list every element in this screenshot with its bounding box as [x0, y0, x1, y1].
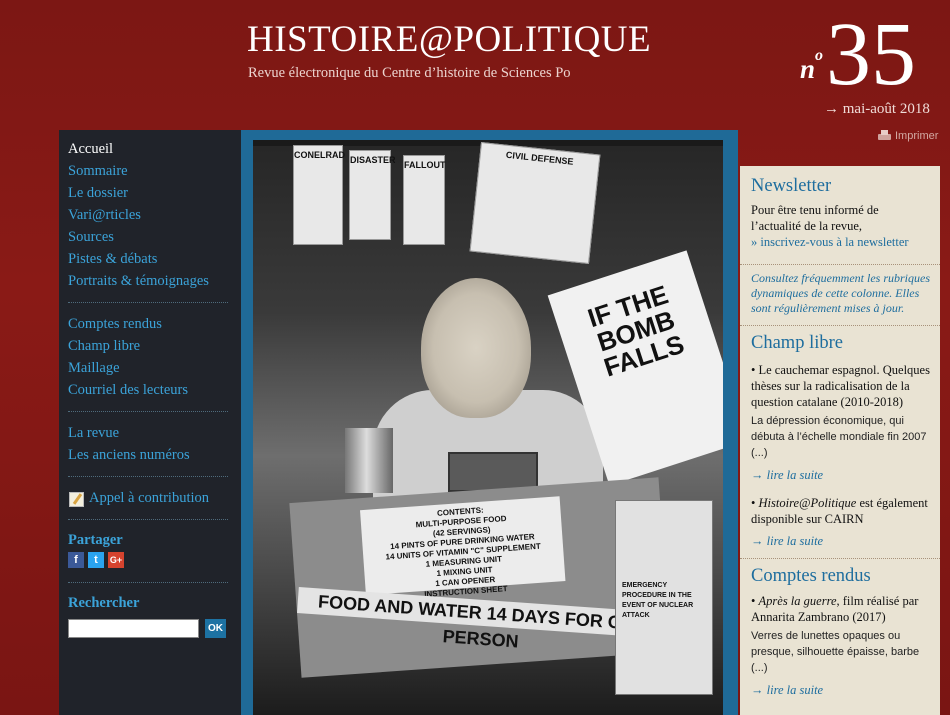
- champ-item-title[interactable]: • Le cauchemar espagnol. Quelques thèses…: [751, 362, 930, 410]
- champ-libre-title[interactable]: Champ libre: [751, 332, 930, 354]
- photo-crate-label: CONTENTS: MULTI-PURPOSE FOOD (42 SERVING…: [360, 496, 566, 599]
- nav-divider: [68, 476, 228, 477]
- photo-crate: CONTENTS: MULTI-PURPOSE FOOD (42 SERVING…: [289, 477, 671, 678]
- printer-icon: [877, 130, 892, 142]
- nav-item-pistes-debats[interactable]: Pistes & débats: [68, 248, 241, 270]
- nav-item-portraits[interactable]: Portraits & témoignages: [68, 270, 241, 292]
- read-more-link[interactable]: → lire la suite: [751, 467, 930, 483]
- photo-pamphlet: CIVIL DEFENSE: [469, 142, 601, 264]
- nav-item-accueil[interactable]: Accueil: [68, 138, 241, 160]
- sidebar-nav: Accueil Sommaire Le dossier Vari@rticles…: [59, 130, 241, 715]
- nav-item-anciens-numeros[interactable]: Les anciens numéros: [68, 444, 241, 466]
- nav-group-revue: La revue Les anciens numéros: [68, 422, 241, 466]
- nav-divider: [68, 582, 228, 583]
- right-divider: [740, 558, 940, 559]
- newsletter-description: Pour être tenu informé de l’actualité de…: [751, 203, 879, 233]
- nav-divider: [68, 519, 228, 520]
- search-form: OK: [68, 619, 241, 638]
- print-link[interactable]: Imprimer: [877, 130, 938, 142]
- issue-label: no: [800, 47, 824, 84]
- nav-item-courriel[interactable]: Courriel des lecteurs: [68, 379, 241, 401]
- read-more-link[interactable]: → lire la suite: [751, 682, 930, 698]
- nav-group-main: Accueil Sommaire Le dossier Vari@rticles…: [68, 138, 241, 292]
- nav-item-dossier[interactable]: Le dossier: [68, 182, 241, 204]
- issue-number: 35: [826, 5, 916, 104]
- search-title: Rechercher: [68, 595, 140, 611]
- search-input[interactable]: [68, 619, 199, 638]
- right-column: Newsletter Pour être tenu informé de l’a…: [740, 166, 940, 715]
- champ-item-desc: La dépression économique, qui débuta à l…: [751, 415, 927, 459]
- note-pencil-icon: [68, 491, 85, 507]
- photo-pamphlet: DISASTER: [349, 150, 396, 240]
- issue-date[interactable]: → mai-août 2018: [824, 101, 930, 118]
- main-content: CONELRAD DISASTER FALLOUT CIVIL DEFENSE …: [241, 130, 738, 715]
- site-title[interactable]: HISTOIRE@POLITIQUE: [247, 18, 651, 61]
- share-title: Partager: [68, 532, 123, 548]
- right-divider: [740, 325, 940, 326]
- nav-item-la-revue[interactable]: La revue: [68, 422, 241, 444]
- photo-can: [345, 428, 393, 493]
- site-subtitle: Revue électronique du Centre d’histoire …: [248, 65, 571, 81]
- nav-item-maillage[interactable]: Maillage: [68, 357, 241, 379]
- newsletter-text: Pour être tenu informé de l’actualité de…: [751, 202, 930, 250]
- print-label: Imprimer: [895, 130, 939, 142]
- read-more-link[interactable]: → lire la suite: [751, 533, 930, 549]
- nav-divider: [68, 302, 228, 303]
- newsletter-title: Newsletter: [751, 176, 832, 196]
- nav-item-sources[interactable]: Sources: [68, 226, 241, 248]
- comptes-rendus-title[interactable]: Comptes rendus: [751, 565, 930, 587]
- twitter-icon[interactable]: t: [88, 552, 104, 568]
- champ-item-cairn[interactable]: • Histoire@Politique est également dispo…: [751, 495, 930, 527]
- cr-item-title[interactable]: • Après la guerre, film réalisé par Anna…: [751, 593, 930, 625]
- nav-item-comptes-rendus[interactable]: Comptes rendus: [68, 313, 241, 335]
- nav-item-sommaire[interactable]: Sommaire: [68, 160, 241, 182]
- google-plus-icon[interactable]: G+: [108, 552, 124, 568]
- column-notice: Consultez fréquemment les rubriques dyna…: [751, 271, 930, 315]
- search-button[interactable]: OK: [205, 619, 226, 638]
- nav-group-secondary: Comptes rendus Champ libre Maillage Cour…: [68, 313, 241, 401]
- contribution-label: Appel à contribution: [89, 490, 210, 506]
- share-buttons: f t G+: [68, 552, 241, 568]
- facebook-icon[interactable]: f: [68, 552, 84, 568]
- cover-photo: CONELRAD DISASTER FALLOUT CIVIL DEFENSE …: [253, 140, 723, 715]
- newsletter-subscribe-link[interactable]: » inscrivez-vous à la newsletter: [751, 235, 909, 249]
- nav-item-varticles[interactable]: Vari@rticles: [68, 204, 241, 226]
- nav-item-champ-libre[interactable]: Champ libre: [68, 335, 241, 357]
- call-for-contribution-link[interactable]: Appel à contribution: [68, 487, 241, 509]
- cr-item-desc: Verres de lunettes opaques ou presque, s…: [751, 630, 920, 674]
- nav-divider: [68, 411, 228, 412]
- photo-pamphlet: FALLOUT: [403, 155, 446, 245]
- photo-booklet: EMERGENCY PROCEDURE IN THE EVENT OF NUCL…: [615, 500, 713, 695]
- photo-figure-head: [421, 278, 531, 418]
- right-divider: [740, 264, 940, 265]
- photo-pamphlet: CONELRAD: [293, 145, 345, 245]
